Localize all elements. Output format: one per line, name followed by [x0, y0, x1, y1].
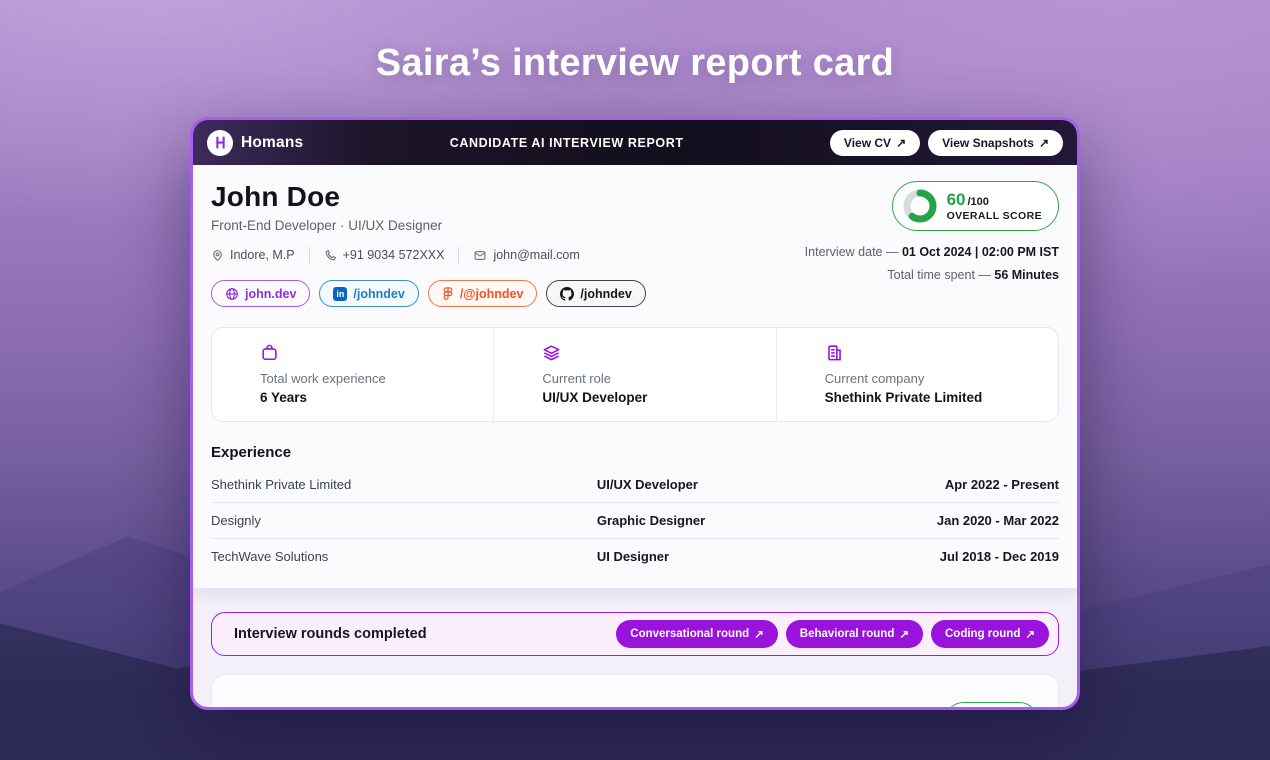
- page-title: Saira’s interview report card: [375, 42, 895, 84]
- divider: [458, 247, 460, 263]
- location-text: Indore, M.P: [230, 248, 295, 262]
- candidate-name: John Doe: [211, 181, 341, 212]
- conversational-round-card: Conversational round 68 /100 SCORE: [211, 674, 1059, 711]
- candidate-role-line: Front-End Developer · UI/UX Designer: [211, 218, 443, 233]
- round-buttons: Conversational round ↗ Behavioral round …: [616, 620, 1049, 648]
- rounds-completed-bar: Interview rounds completed Conversationa…: [211, 612, 1059, 656]
- summary-label: Total work experience: [260, 371, 386, 386]
- window-header: Homans CANDIDATE AI INTERVIEW REPORT Vie…: [193, 120, 1077, 165]
- summary-value: Shethink Private Limited: [824, 390, 983, 405]
- location-item: Indore, M.P: [211, 248, 295, 262]
- round-button-label: Coding round: [944, 628, 1021, 640]
- layers-icon: [543, 345, 560, 361]
- github-link-badge[interactable]: /johndev: [546, 280, 646, 307]
- current-role-card: Current role UI/UX Developer: [493, 328, 775, 421]
- experience-role: UI/UX Developer: [596, 477, 698, 492]
- external-arrow-icon: ↗: [1038, 135, 1049, 150]
- view-cv-label: View CV: [843, 135, 892, 150]
- experience-period: Jul 2018 - Dec 2019: [939, 549, 1059, 564]
- figma-icon: [443, 286, 453, 300]
- rounds-section: Interview rounds completed Conversationa…: [193, 588, 1077, 711]
- external-arrow-icon: ↗: [754, 629, 764, 641]
- interview-date-line: Interview date — 01 Oct 2024 | 02:00 PM …: [805, 245, 1059, 259]
- summary-label: Current company: [824, 371, 925, 386]
- figma-link-badge[interactable]: /@johndev: [427, 280, 538, 307]
- time-spent-label: Total time spent —: [887, 268, 995, 282]
- phone-text: +91 9034 572XXX: [342, 248, 445, 262]
- phone-icon: [325, 249, 336, 260]
- score-donut-icon: [953, 707, 980, 711]
- interview-date-value: 01 Oct 2024 | 02:00 PM IST: [901, 245, 1059, 259]
- location-pin-icon: [213, 249, 222, 261]
- experience-row: Designly Graphic Designer Jan 2020 - Mar…: [211, 502, 1059, 538]
- mail-icon: [475, 250, 486, 260]
- rounds-heading: Interview rounds completed: [234, 626, 427, 642]
- brand: Homans: [207, 129, 304, 156]
- contact-row: Indore, M.P +91 9034 572XXX john@mail.co…: [211, 247, 646, 263]
- building-icon: [827, 345, 841, 361]
- external-arrow-icon: ↗: [896, 135, 907, 150]
- brand-name: Homans: [241, 133, 304, 151]
- score-donut-icon: [903, 189, 937, 223]
- linkedin-link-badge[interactable]: in /johndev: [319, 280, 419, 307]
- current-company-card: Current company Shethink Private Limited: [775, 328, 1058, 421]
- figma-link-label: /@johndev: [459, 286, 524, 301]
- interview-date-label: Interview date —: [804, 245, 902, 259]
- work-experience-card: Total work experience 6 Years: [212, 328, 493, 421]
- overall-score-value: 60: [946, 190, 966, 209]
- overall-score-badge: 60 /100 OVERALL SCORE: [891, 181, 1059, 231]
- briefcase-icon: [262, 344, 277, 361]
- experience-role: Graphic Designer: [596, 513, 706, 528]
- github-link-label: /johndev: [580, 286, 632, 301]
- experience-row: TechWave Solutions UI Designer Jul 2018 …: [211, 538, 1059, 574]
- summary-cards: Total work experience 6 Years Current ro…: [211, 327, 1059, 422]
- website-link-label: john.dev: [245, 286, 297, 301]
- experience-company: Designly: [211, 513, 261, 528]
- experience-company: Shethink Private Limited: [211, 477, 352, 492]
- linkedin-link-label: /johndev: [353, 286, 405, 301]
- external-arrow-icon: ↗: [1025, 629, 1035, 641]
- experience-heading: Experience: [211, 444, 292, 461]
- github-icon: [560, 286, 575, 301]
- overall-score-max: /100: [967, 196, 989, 208]
- globe-icon: [226, 287, 238, 300]
- experience-role: UI Designer: [596, 549, 670, 564]
- time-spent-line: Total time spent — 56 Minutes: [887, 268, 1059, 282]
- experience-company: TechWave Solutions: [211, 549, 329, 564]
- website-link-badge[interactable]: john.dev: [211, 280, 311, 307]
- experience-period: Jan 2020 - Mar 2022: [936, 513, 1059, 528]
- social-links-row: john.dev in /johndev /@johndev /johndev: [211, 280, 646, 307]
- overall-score-label: OVERALL SCORE: [946, 210, 1042, 222]
- summary-value: UI/UX Developer: [542, 390, 648, 405]
- phone-item: +91 9034 572XXX: [324, 248, 445, 262]
- external-arrow-icon: ↗: [899, 629, 909, 641]
- score-and-meta: 60 /100 OVERALL SCORE Interview date — 0…: [805, 181, 1059, 307]
- conversational-score-badge: 68 /100 SCORE: [945, 701, 1038, 711]
- experience-row: Shethink Private Limited UI/UX Developer…: [211, 467, 1059, 502]
- time-spent-value: 56 Minutes: [994, 268, 1059, 282]
- homans-logo-icon: [207, 129, 233, 156]
- email-item: john@mail.com: [473, 248, 580, 262]
- linkedin-icon: in: [333, 286, 348, 301]
- experience-table: Shethink Private Limited UI/UX Developer…: [211, 467, 1059, 574]
- round-button-label: Behavioral round: [799, 628, 895, 640]
- view-snapshots-label: View Snapshots: [942, 135, 1034, 150]
- conversational-round-button[interactable]: Conversational round ↗: [616, 620, 778, 648]
- coding-round-button[interactable]: Coding round ↗: [930, 620, 1049, 648]
- conversational-score-value: 68: [987, 707, 1001, 710]
- window-title: CANDIDATE AI INTERVIEW REPORT: [449, 135, 684, 150]
- behavioral-round-button[interactable]: Behavioral round ↗: [785, 620, 923, 648]
- summary-label: Current role: [542, 371, 611, 386]
- candidate-profile: John Doe Front-End Developer · UI/UX Des…: [211, 181, 646, 307]
- view-cv-button[interactable]: View CV ↗: [829, 129, 921, 156]
- view-snapshots-button[interactable]: View Snapshots ↗: [928, 129, 1063, 156]
- candidate-summary-section: John Doe Front-End Developer · UI/UX Des…: [193, 165, 1077, 588]
- header-actions: View CV ↗ View Snapshots ↗: [829, 129, 1063, 156]
- report-window: Homans CANDIDATE AI INTERVIEW REPORT Vie…: [190, 117, 1080, 710]
- experience-period: Apr 2022 - Present: [944, 477, 1059, 492]
- round-button-label: Conversational round: [630, 628, 750, 640]
- summary-value: 6 Years: [260, 390, 308, 405]
- email-text: john@mail.com: [493, 248, 580, 262]
- divider: [308, 247, 310, 263]
